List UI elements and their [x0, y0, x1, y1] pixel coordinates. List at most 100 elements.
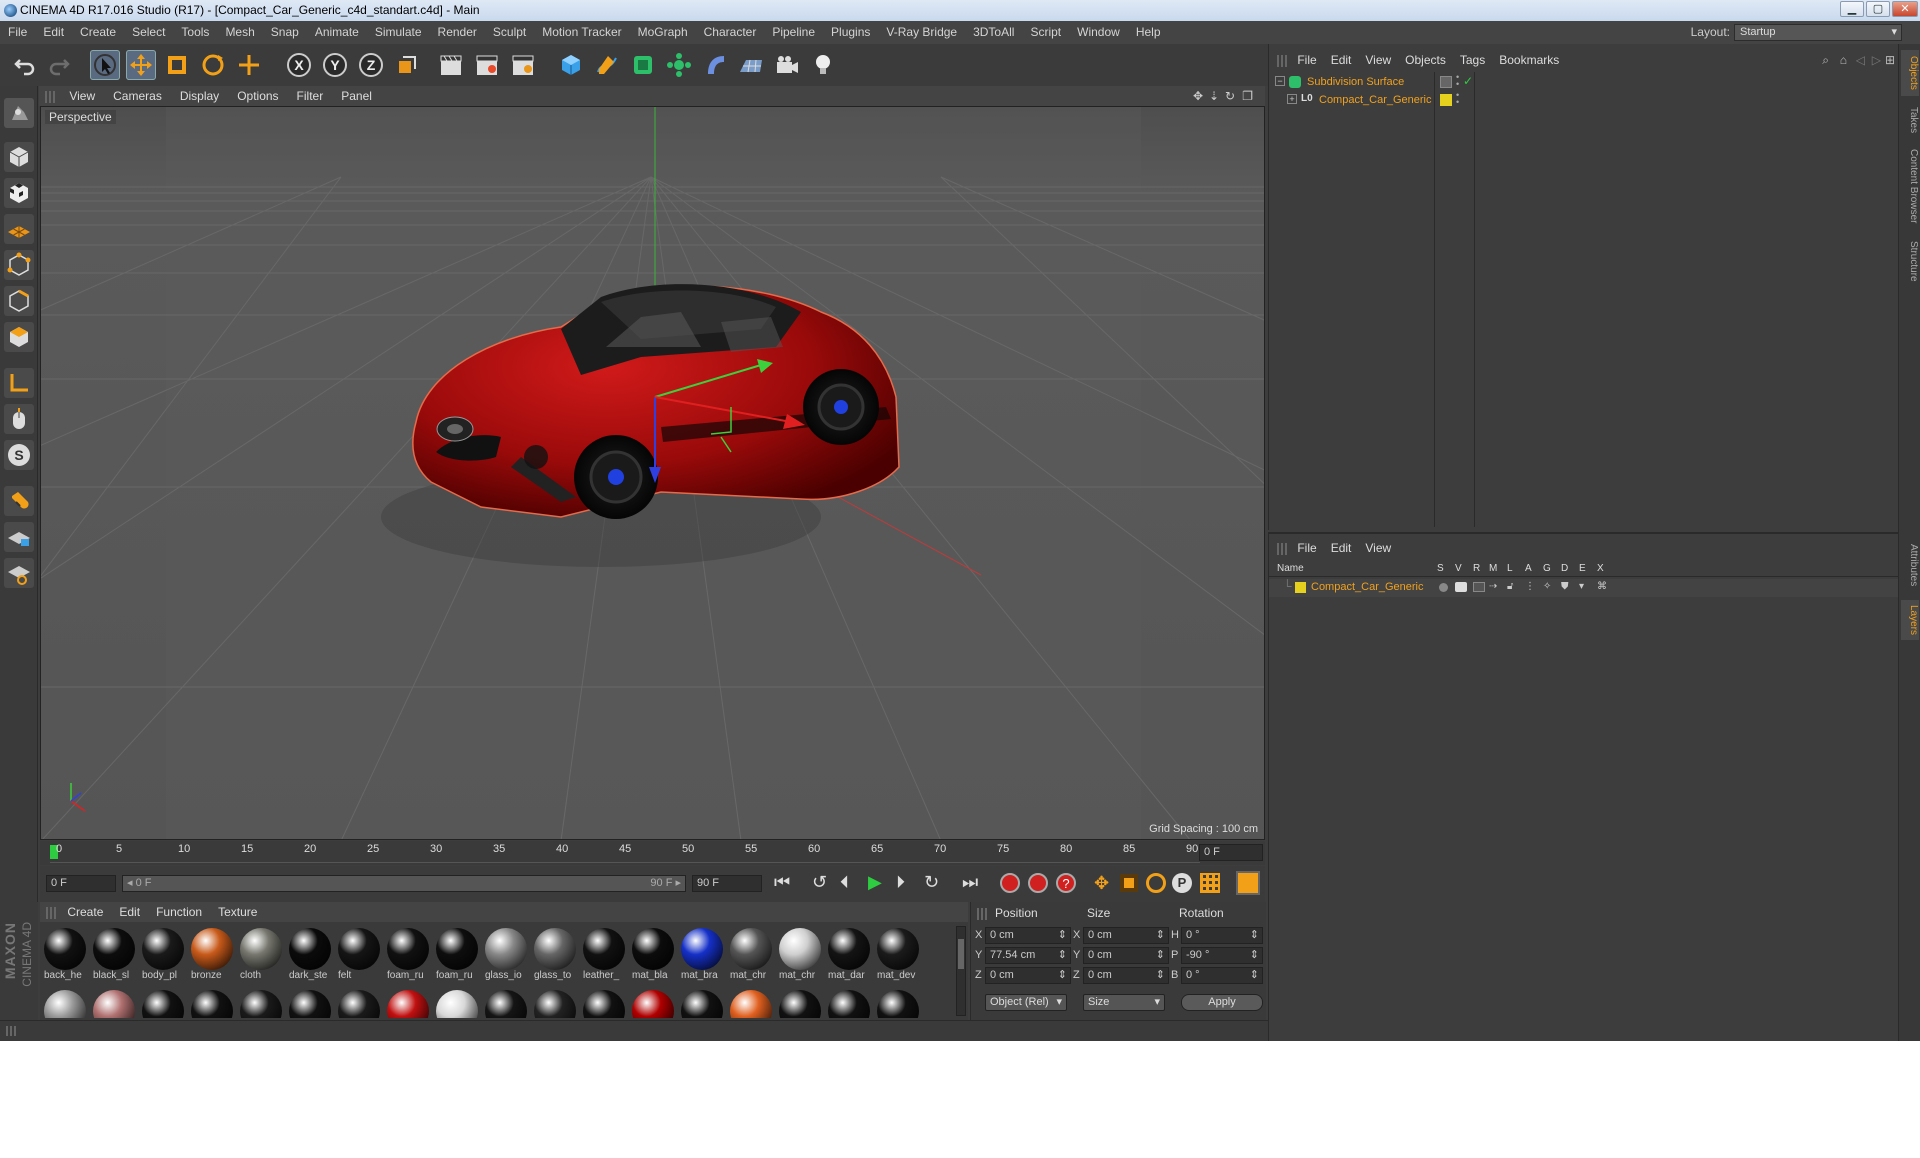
material-swatch[interactable]: mat_dev	[875, 926, 921, 986]
mograph-cloner-button[interactable]	[664, 50, 694, 80]
column-expressions[interactable]: E	[1579, 563, 1586, 574]
material-menu-create[interactable]: Create	[59, 902, 111, 922]
solo-toggle-icon[interactable]	[1439, 583, 1448, 592]
y-axis-button[interactable]: Y	[320, 50, 350, 80]
viewport-menu-cameras[interactable]: Cameras	[104, 86, 171, 106]
column-view[interactable]: V	[1455, 563, 1462, 574]
material-swatch[interactable]	[581, 988, 627, 1018]
tab-takes[interactable]: Takes	[1901, 102, 1919, 138]
menu-simulate[interactable]: Simulate	[367, 21, 430, 44]
position-y-field[interactable]: 77.54 cm ⇕	[985, 947, 1071, 964]
column-name[interactable]: Name	[1277, 563, 1304, 574]
coordinate-system-button[interactable]	[392, 50, 422, 80]
material-swatch[interactable]: felt	[336, 926, 382, 986]
rotation-h-field[interactable]: 0 ° ⇕	[1181, 927, 1263, 944]
material-swatch[interactable]: mat_bra	[679, 926, 725, 986]
material-swatch[interactable]	[189, 988, 235, 1018]
forward-icon[interactable]: ▷	[1872, 50, 1881, 70]
rotation-b-field[interactable]: 0 ° ⇕	[1181, 967, 1263, 984]
material-swatch[interactable]	[434, 988, 480, 1018]
home-icon[interactable]: ⌂	[1840, 50, 1847, 70]
generator-icon[interactable]: ✧	[1543, 581, 1551, 592]
menu-render[interactable]: Render	[430, 21, 485, 44]
pen-spline-button[interactable]	[592, 50, 622, 80]
viewport-menu-options[interactable]: Options	[228, 86, 287, 106]
maximize-button[interactable]: ▢	[1866, 1, 1890, 17]
go-to-start-icon[interactable]: ⏮	[774, 872, 790, 893]
polygons-mode-button[interactable]	[4, 322, 34, 352]
position-z-field[interactable]: 0 cm ⇕	[985, 967, 1071, 984]
render-settings-button[interactable]	[508, 50, 538, 80]
size-y-field[interactable]: 0 cm ⇕	[1083, 947, 1169, 964]
material-swatch[interactable]	[91, 988, 137, 1018]
menu-script[interactable]: Script	[1022, 21, 1069, 44]
column-manager[interactable]: M	[1489, 563, 1497, 574]
material-swatch[interactable]: mat_chr	[728, 926, 774, 986]
menu-plugins[interactable]: Plugins	[823, 21, 878, 44]
key-rotation-icon[interactable]	[1146, 873, 1166, 893]
visibility-dots-icon[interactable]: • •	[1456, 91, 1459, 107]
previous-key-icon[interactable]: ↺	[812, 872, 827, 893]
viewport-menu-panel[interactable]: Panel	[332, 86, 381, 106]
menu-character[interactable]: Character	[696, 21, 765, 44]
layer-menu-view[interactable]: View	[1358, 538, 1398, 558]
scale-tool-button[interactable]	[162, 50, 192, 80]
manager-icon[interactable]: ⇢	[1489, 581, 1497, 592]
material-swatch[interactable]: mat_dar	[826, 926, 872, 986]
make-editable-button[interactable]	[4, 98, 34, 128]
material-swatch[interactable]: foam_ru	[434, 926, 480, 986]
floor-button[interactable]	[736, 50, 766, 80]
tab-objects[interactable]: Objects	[1901, 50, 1919, 96]
object-menu-bookmarks[interactable]: Bookmarks	[1492, 50, 1566, 70]
layer-row[interactable]: └ Compact_Car_Generic ⇢ 🔓︎ ⋮ ✧ ⛊ ▾ ⌘	[1269, 579, 1901, 597]
viewport-pan-icon[interactable]: ✥	[1193, 86, 1203, 106]
xref-icon[interactable]: ⌘	[1597, 581, 1607, 592]
material-swatch[interactable]	[42, 988, 88, 1018]
redo-button[interactable]	[44, 50, 74, 80]
enabled-check-icon[interactable]: ✓	[1463, 74, 1473, 88]
layer-color-swatch[interactable]	[1295, 582, 1306, 593]
viewport-menu-filter[interactable]: Filter	[288, 86, 333, 106]
material-swatch[interactable]: mat_bla	[630, 926, 676, 986]
deformer-button[interactable]	[700, 50, 730, 80]
size-mode-select[interactable]: Size ▾	[1083, 994, 1165, 1011]
live-selection-button[interactable]	[90, 50, 120, 80]
material-swatch[interactable]: leather_	[581, 926, 627, 986]
material-swatch[interactable]: body_pl	[140, 926, 186, 986]
material-swatch[interactable]: glass_io	[483, 926, 529, 986]
layout-select[interactable]: Startup ▾	[1734, 24, 1902, 41]
menu-create[interactable]: Create	[72, 21, 124, 44]
viewport-menu-display[interactable]: Display	[171, 86, 228, 106]
menu-edit[interactable]: Edit	[35, 21, 72, 44]
go-to-end-icon[interactable]: ⏭	[962, 872, 978, 893]
close-button[interactable]: ✕	[1892, 1, 1918, 17]
rotate-tool-button[interactable]	[198, 50, 228, 80]
current-frame-field[interactable]: 0 F	[1199, 844, 1263, 861]
back-icon[interactable]: ◁	[1856, 50, 1865, 70]
material-swatch[interactable]	[875, 988, 921, 1018]
object-name[interactable]: Compact_Car_Generic	[1319, 94, 1432, 106]
layer-tag-icon[interactable]	[1440, 76, 1452, 88]
object-name[interactable]: Subdivision Surface	[1307, 76, 1404, 88]
menu-sculpt[interactable]: Sculpt	[485, 21, 534, 44]
object-menu-view[interactable]: View	[1358, 50, 1398, 70]
viewport-menu-view[interactable]: View	[60, 86, 104, 106]
eye-icon[interactable]	[1455, 582, 1467, 592]
snapping-button[interactable]: S	[4, 440, 34, 470]
menu-animate[interactable]: Animate	[307, 21, 367, 44]
layer-name[interactable]: Compact_Car_Generic	[1311, 581, 1424, 593]
undo-button[interactable]	[10, 50, 40, 80]
key-pla-icon[interactable]	[1200, 873, 1220, 893]
record-icon[interactable]	[1000, 873, 1020, 893]
step-back-icon[interactable]: ⏴	[840, 872, 849, 893]
column-render[interactable]: R	[1473, 563, 1480, 574]
material-scrollbar[interactable]	[956, 926, 966, 1016]
viewport-rotate-icon[interactable]: ↻	[1225, 86, 1235, 106]
autokey-icon[interactable]	[1028, 873, 1048, 893]
material-swatch[interactable]	[140, 988, 186, 1018]
column-animation[interactable]: A	[1525, 563, 1532, 574]
size-z-field[interactable]: 0 cm ⇕	[1083, 967, 1169, 984]
tab-content-browser[interactable]: Content Browser	[1901, 144, 1919, 228]
column-deformers[interactable]: D	[1561, 563, 1568, 574]
material-menu-function[interactable]: Function	[148, 902, 210, 922]
